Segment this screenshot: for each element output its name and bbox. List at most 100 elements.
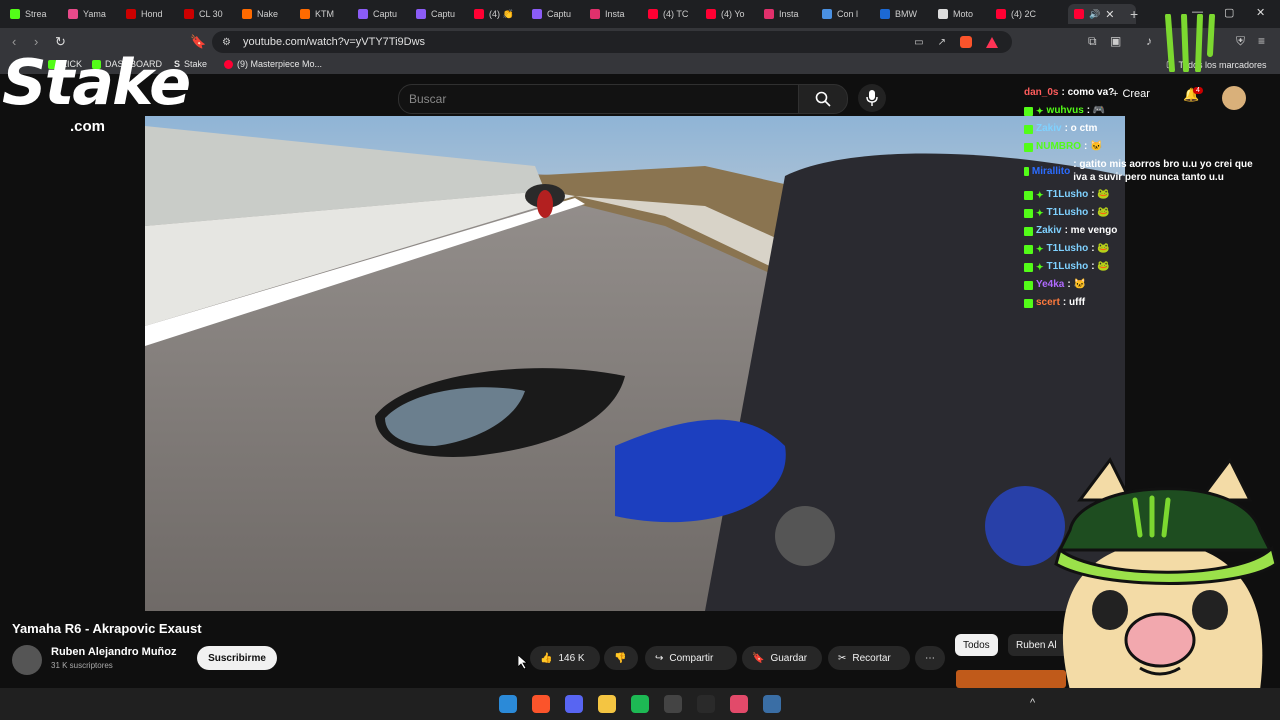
save-button[interactable]: 🔖 Guardar [742, 646, 822, 670]
bookmark-icon[interactable]: 🔖 [190, 34, 206, 50]
extensions-icon[interactable]: ⧉ [1088, 34, 1097, 49]
site-info-icon[interactable]: ⚙ [222, 37, 231, 48]
menu-icon[interactable]: ≡ [1258, 34, 1265, 48]
tab-label: Nake [257, 9, 279, 19]
tab-favicon-icon [184, 9, 194, 19]
address-bar[interactable]: ⚙ youtube.com/watch?v=yVTY7Ti9Dws ▭ ↗ [212, 31, 1012, 53]
browser-tab[interactable]: Con l [822, 4, 876, 24]
audio-icon: 🔊 [1089, 8, 1101, 19]
app-taskbar-icon[interactable] [697, 695, 715, 713]
search-input[interactable]: Buscar [398, 84, 800, 114]
chat-username: T1Lusho [1046, 189, 1089, 200]
brave-shield-icon[interactable] [960, 36, 972, 48]
tab-favicon-icon [300, 9, 310, 19]
wallet-icon[interactable]: ▣ [1110, 34, 1121, 48]
browser-tab[interactable]: (4) 👏 [474, 4, 528, 24]
search-button[interactable] [798, 84, 848, 114]
chat-message: Ye4ka : 🐱 [1024, 276, 1264, 294]
browser-tab[interactable]: (4) Yo [706, 4, 760, 24]
bookmark-masterpiece[interactable]: (9) Masterpiece Mo... [224, 59, 322, 69]
chat-username: NUMBRO [1036, 141, 1081, 152]
save-label: Guardar [770, 652, 808, 664]
mouse-cursor-icon [518, 655, 528, 669]
windows-taskbar [0, 688, 1280, 720]
search-placeholder: Buscar [409, 92, 447, 106]
chat-username: scert [1036, 297, 1060, 308]
tab-label: Captu [373, 9, 398, 19]
obs-taskbar-icon[interactable] [664, 695, 682, 713]
bookmark-label: (9) Masterpiece Mo... [237, 59, 323, 69]
subscribe-button[interactable]: Suscribirme [197, 646, 277, 670]
chat-text: : ufff [1062, 297, 1086, 308]
tab-label: Hond [141, 9, 163, 19]
thumbs-down-icon: 👎 [614, 652, 627, 664]
browser-tab[interactable]: (4) 2C [996, 4, 1050, 24]
browser-tab[interactable]: Yama [68, 4, 122, 24]
browser-tab[interactable]: Nake [242, 4, 296, 24]
tab-favicon-icon [242, 9, 252, 19]
chat-username: Zakiv [1036, 123, 1062, 134]
files-taskbar-icon[interactable] [598, 695, 616, 713]
chat-text: : 🐸 [1091, 189, 1110, 200]
browser-tab[interactable]: Moto [938, 4, 992, 24]
tray-chevron-icon[interactable]: ^ [1030, 697, 1035, 709]
chat-text: : 🐸 [1091, 261, 1110, 272]
browser-tab[interactable]: Captu [416, 4, 470, 24]
chat-message: Mirallito : gatito mis aorros bro u.u yo… [1024, 156, 1254, 186]
browser-tab[interactable]: BMW [880, 4, 934, 24]
browser-tab[interactable]: KTM [300, 4, 354, 24]
clip-button[interactable]: ✂ Recortar [828, 646, 910, 670]
brave-rewards-icon[interactable] [986, 36, 998, 48]
browser-tab[interactable]: Insta [764, 4, 818, 24]
more-icon: ⋯ [925, 652, 935, 664]
chat-text: : 🐸 [1091, 243, 1110, 254]
kick-badge-icon [1024, 208, 1033, 218]
tab-label: Yama [83, 9, 106, 19]
browser-tab[interactable]: CL 30 [184, 4, 238, 24]
more-actions-button[interactable]: ⋯ [915, 646, 945, 670]
close-window-button[interactable]: ✕ [1256, 6, 1265, 19]
tab-favicon-icon [68, 9, 78, 19]
vpn-taskbar-icon[interactable] [730, 695, 748, 713]
cast-icon[interactable]: ▭ [914, 37, 923, 48]
browser-tab[interactable]: Hond [126, 4, 180, 24]
music-icon[interactable]: ♪ [1146, 34, 1152, 48]
new-tab-button[interactable]: + [1130, 6, 1138, 22]
monster-energy-logo [1165, 14, 1215, 72]
channel-name[interactable]: Ruben Alejandro Muñoz [51, 646, 176, 658]
voice-search-button[interactable] [858, 84, 886, 112]
browser-tab[interactable]: Insta [590, 4, 644, 24]
spotify-taskbar-icon[interactable] [631, 695, 649, 713]
kick-badge-icon [1024, 124, 1033, 134]
tab-label: (4) TC [663, 9, 689, 19]
like-button[interactable]: 👍 146 K [530, 646, 600, 670]
chat-message: ✦ T1Lusho : 🐸 [1024, 204, 1264, 222]
kick-badge-icon [1024, 262, 1033, 272]
active-tab[interactable]: 🔊 ✕ [1068, 4, 1136, 24]
chat-username: Zakiv [1036, 225, 1062, 236]
close-tab-icon[interactable]: ✕ [1105, 8, 1114, 21]
channel-avatar[interactable] [12, 645, 42, 675]
browser-tab[interactable]: Captu [532, 4, 586, 24]
video-player[interactable] [145, 116, 1125, 611]
maximize-button[interactable]: ▢ [1224, 6, 1234, 19]
share-icon[interactable]: ↗ [938, 37, 946, 48]
chip-all[interactable]: Todos [955, 634, 998, 656]
calculator-taskbar-icon[interactable] [763, 695, 781, 713]
chat-message: ✦ T1Lusho : 🐸 [1024, 240, 1264, 258]
tab-favicon-icon [880, 9, 890, 19]
kick-badge-icon [1024, 190, 1033, 200]
browser-tab[interactable]: Captu [358, 4, 412, 24]
video-title: Yamaha R6 - Akrapovic Exaust [12, 621, 202, 636]
kick-badge-icon [1024, 244, 1033, 254]
discord-taskbar-icon[interactable] [565, 695, 583, 713]
brave-taskbar-icon[interactable] [532, 695, 550, 713]
subscriber-badge-icon: ✦ [1036, 244, 1044, 254]
browser-tab[interactable]: Strea [10, 4, 64, 24]
browser-tab[interactable]: (4) TC [648, 4, 702, 24]
tab-label: Moto [953, 9, 974, 19]
start-taskbar-icon[interactable] [499, 695, 517, 713]
vpn-icon[interactable]: ⛨ [1236, 34, 1245, 49]
dislike-button[interactable]: 👎 [604, 646, 638, 670]
share-button[interactable]: ↪ Compartir [645, 646, 737, 670]
